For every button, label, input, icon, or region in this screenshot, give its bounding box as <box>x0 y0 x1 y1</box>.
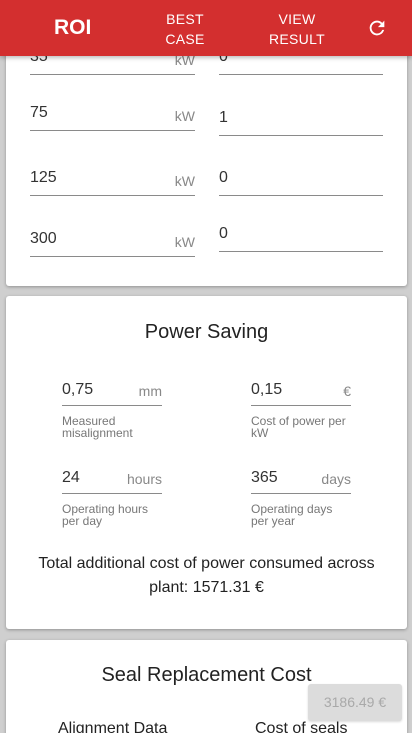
operating-days-unit: days <box>321 471 351 487</box>
misalignment-value: 0,75 <box>62 381 94 398</box>
kw-unit: kW <box>174 173 195 189</box>
misalignment-unit: mm <box>138 383 162 399</box>
app-bar: ROI BEST CASE VIEW RESULT <box>0 0 412 56</box>
misalignment-field[interactable]: 0,75 mm <box>62 376 162 406</box>
count-value: 0 <box>219 169 228 186</box>
kw-value: 300 <box>30 230 57 247</box>
power-saving-title: Power Saving <box>144 321 269 343</box>
count-value: 0 <box>219 225 228 242</box>
screen: 35 kW 0 75 kW 1 125 kW 0 300 kW 0 Power … <box>0 0 412 733</box>
operating-days-value: 365 <box>251 469 278 486</box>
result-total-chip[interactable]: 3186.49 € <box>308 684 402 721</box>
misalignment-label: Measured misalignment <box>62 414 133 440</box>
cost-of-seals-heading: Cost of seals <box>255 720 348 733</box>
count-field-row-3[interactable]: 0 <box>219 164 383 196</box>
alignment-data-heading: Alignment Data <box>58 720 168 733</box>
cost-power-value: 0,15 <box>251 381 283 398</box>
count-field-row-4[interactable]: 0 <box>219 220 383 252</box>
kw-value: 125 <box>30 169 57 186</box>
power-saving-card: Power Saving 0,75 mm Measured misalignme… <box>6 296 407 629</box>
operating-days-label: Operating days per year <box>251 502 333 528</box>
count-field-row-2[interactable]: 1 <box>219 104 383 136</box>
kw-unit: kW <box>174 234 195 250</box>
cost-power-label: Cost of power per kW <box>251 414 346 440</box>
operating-hours-value: 24 <box>62 469 80 486</box>
kw-field-row-2[interactable]: 75 kW <box>30 99 195 131</box>
kw-value: 75 <box>30 104 48 121</box>
cost-power-field[interactable]: 0,15 € <box>251 376 351 406</box>
cost-power-unit: € <box>343 383 351 399</box>
best-case-button[interactable]: BEST CASE <box>162 9 208 49</box>
count-value: 1 <box>219 109 228 126</box>
operating-hours-unit: hours <box>126 471 162 487</box>
total-power-cost-text: Total additional cost of power consumed … <box>38 555 375 596</box>
refresh-icon[interactable] <box>366 17 388 39</box>
app-title: ROI <box>54 16 92 39</box>
kw-unit: kW <box>174 108 195 124</box>
view-result-button[interactable]: VIEW RESULT <box>264 9 330 49</box>
kw-field-row-3[interactable]: 125 kW <box>30 164 195 196</box>
kw-field-row-4[interactable]: 300 kW <box>30 225 195 257</box>
operating-hours-label: Operating hours per day <box>62 502 149 528</box>
operating-days-field[interactable]: 365 days <box>251 464 351 494</box>
operating-hours-field[interactable]: 24 hours <box>62 464 162 494</box>
